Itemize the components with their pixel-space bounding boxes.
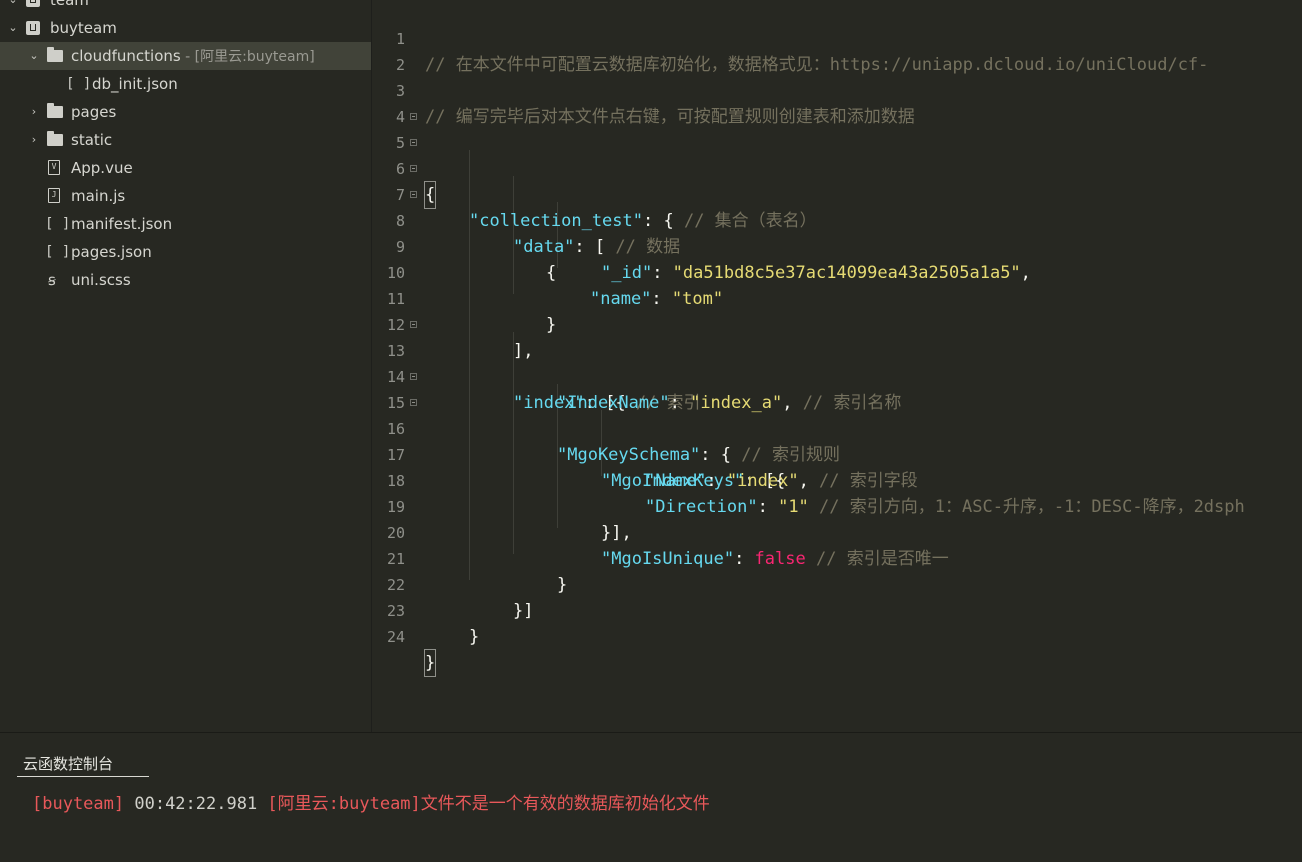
code-line[interactable]: 5 { — [373, 104, 1302, 209]
code-line[interactable]: 11 } — [373, 260, 1302, 335]
tree-item-main-js[interactable]: J main.js — [0, 182, 371, 210]
tree-item-buyteam[interactable]: ⌄ buyteam — [0, 14, 371, 42]
json-file-icon: [ ] — [66, 76, 92, 92]
code-line[interactable]: 4 — [373, 78, 1302, 126]
project-icon — [26, 21, 40, 35]
folder-icon — [47, 131, 63, 146]
code-brace: } — [423, 649, 437, 677]
cloud-function-console: 云函数控制台 [buyteam] 00:42:22.981 [阿里云:buyte… — [0, 732, 1302, 862]
code-line[interactable]: 23 } — [373, 572, 1302, 647]
code-line[interactable]: 2 — [373, 26, 1302, 74]
console-log-line: [buyteam] 00:42:22.981 [阿里云:buyteam]文件不是… — [32, 791, 710, 817]
line-number: 24 — [386, 628, 405, 646]
fold-toggle-icon[interactable] — [410, 191, 417, 198]
tree-item-label: main.js — [71, 187, 126, 205]
tree-item-pages[interactable]: › pages — [0, 98, 371, 126]
fold-toggle-icon[interactable] — [410, 139, 417, 146]
tree-item-label: manifest.json — [71, 215, 173, 233]
tree-item-label: static — [71, 131, 113, 149]
tab-cloud-function-console[interactable]: 云函数控制台 — [17, 751, 149, 777]
chevron-down-icon[interactable]: ⌄ — [6, 0, 20, 14]
chevron-down-icon[interactable]: ⌄ — [6, 14, 20, 42]
tree-item-pages-json[interactable]: [ ] pages.json — [0, 238, 371, 266]
fold-toggle-icon[interactable] — [410, 399, 417, 406]
chevron-right-icon[interactable]: › — [27, 126, 41, 154]
tree-item-manifest-json[interactable]: [ ] manifest.json — [0, 210, 371, 238]
code-line[interactable]: 20 "MgoIsUnique": false // 索引是否唯一 — [373, 494, 1302, 569]
tree-item-label: buyteam — [50, 19, 117, 37]
tree-item-label: db_init.json — [92, 75, 178, 93]
tree-item-label: cloudfunctions — [71, 47, 181, 65]
chevron-right-icon[interactable]: › — [27, 98, 41, 126]
code-line[interactable]: 18 "Direction": "1" // 索引方向，1：ASC-升序，-1：… — [373, 442, 1302, 517]
code-brace: } — [469, 627, 480, 647]
fold-toggle-icon[interactable] — [410, 113, 417, 120]
code-line[interactable]: 17 "Name": "index", // 索引字段 — [373, 416, 1302, 491]
js-file-icon: J — [48, 188, 60, 203]
code-line[interactable]: 15 "MgoKeySchema": { // 索引规则 — [373, 364, 1302, 465]
code-line[interactable]: 14 "IndexName": "index_a", // 索引名称 — [373, 338, 1302, 413]
code-line[interactable]: 6 "collection_test": { // 集合（表名） — [373, 130, 1302, 231]
code-line[interactable]: 16 "MgoIndexKeys": [{ — [373, 390, 1302, 491]
code-line[interactable]: 8 { — [373, 182, 1302, 283]
tree-item-app-vue[interactable]: V App.vue — [0, 154, 371, 182]
code-line[interactable]: 21 } — [373, 520, 1302, 595]
tree-item-label: pages — [71, 103, 117, 121]
code-line[interactable]: 12 ], — [373, 286, 1302, 361]
tree-item-team[interactable]: ⌄ team — [0, 0, 371, 14]
tree-item-cloudfunctions[interactable]: ⌄ cloudfunctions - [阿里云:buyteam] — [0, 42, 371, 70]
tree-item-label: uni.scss — [71, 271, 131, 289]
tree-item-label: team — [50, 0, 89, 9]
code-line[interactable]: 19 }], — [373, 468, 1302, 543]
cloud-folder-icon — [47, 47, 63, 62]
json-file-icon: [ ] — [45, 244, 71, 260]
code-line[interactable]: 24 } — [373, 598, 1302, 677]
code-line[interactable]: 1 // 在本文件中可配置云数据库初始化，数据格式见：https://uniap… — [373, 0, 1302, 75]
tree-item-uni-scss[interactable]: ꞩ uni.scss — [0, 266, 371, 294]
code-line[interactable]: 13 "index": [{ // 索引 — [373, 312, 1302, 413]
project-explorer: ⌄ team ⌄ buyteam ⌄ cloudfunctions - [阿里云… — [0, 0, 372, 732]
vue-file-icon: V — [48, 160, 60, 175]
json-file-icon: [ ] — [45, 216, 71, 232]
hbuilderx-window: ⌄ team ⌄ buyteam ⌄ cloudfunctions - [阿里云… — [0, 0, 1302, 862]
code-editor[interactable]: 1 // 在本文件中可配置云数据库初始化，数据格式见：https://uniap… — [373, 0, 1302, 732]
log-timestamp: 00:42:22.981 — [124, 794, 268, 814]
scss-file-icon: ꞩ — [48, 271, 56, 289]
code-line[interactable]: 3 // 编写完毕后对本文件点右键，可按配置规则创建表和添加数据 — [373, 52, 1302, 127]
project-icon — [26, 0, 40, 7]
code-line[interactable]: 22 }] — [373, 546, 1302, 621]
tree-item-static[interactable]: › static — [0, 126, 371, 154]
fold-toggle-icon[interactable] — [410, 373, 417, 380]
chevron-down-icon[interactable]: ⌄ — [27, 42, 41, 70]
tree-item-label: pages.json — [71, 243, 152, 261]
fold-toggle-icon[interactable] — [410, 165, 417, 172]
code-line[interactable]: 10 "name": "tom" — [373, 234, 1302, 309]
code-line[interactable]: 9 "_id": "da51bd8c5e37ac14099ea43a2505a1… — [373, 208, 1302, 283]
fold-toggle-icon[interactable] — [410, 321, 417, 328]
log-message: [阿里云:buyteam]文件不是一个有效的数据库初始化文件 — [267, 794, 710, 814]
log-project: [buyteam] — [32, 794, 125, 814]
code-line[interactable]: 7 "data": [ // 数据 — [373, 156, 1302, 257]
tree-item-db-init-json[interactable]: [ ] db_init.json — [0, 70, 371, 98]
cloud-provider-suffix: - [阿里云:buyteam] — [180, 49, 315, 65]
tree-item-label: App.vue — [71, 159, 133, 177]
folder-icon — [47, 103, 63, 118]
